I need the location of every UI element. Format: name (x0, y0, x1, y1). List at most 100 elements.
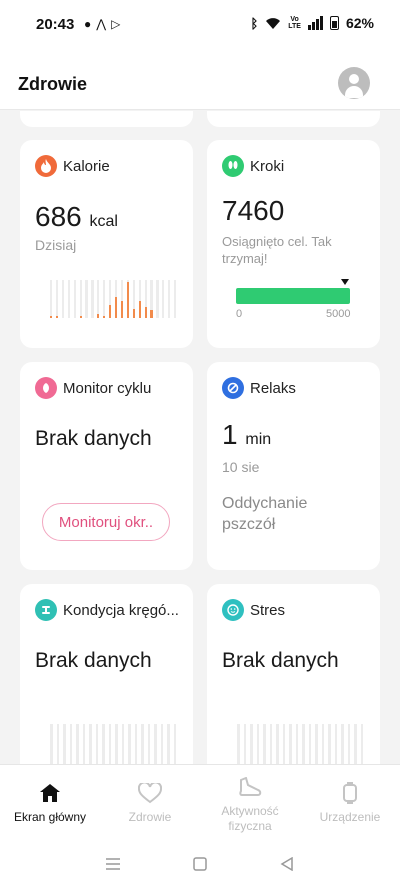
nav-health-label: Zdrowie (128, 810, 172, 824)
steps-progress-bar (236, 288, 350, 304)
chart-bar (144, 280, 147, 318)
card-partial-right[interactable] (207, 111, 380, 127)
chart-bar-fill (114, 297, 118, 318)
chart-bar (141, 724, 144, 764)
chart-bar (269, 724, 273, 764)
watch-icon (338, 781, 362, 805)
chart-bar (138, 280, 141, 318)
nav-device[interactable]: Urządzenie (300, 765, 400, 842)
chart-bar (109, 280, 112, 318)
chart-bar (103, 280, 106, 318)
steps-goal-min: 0 (236, 308, 243, 320)
heart-icon (138, 781, 162, 805)
relax-value-group: 1 min (222, 419, 271, 451)
cards-scroll-area[interactable]: Kalorie 686 kcal Dzisiaj Kroki 7460 Osią… (0, 111, 400, 764)
calories-subtitle: Dzisiaj (35, 237, 77, 253)
chart-bar-fill (132, 308, 135, 318)
relax-icon (222, 377, 244, 399)
chart-bar-fill (55, 316, 59, 318)
chart-bar (120, 280, 124, 318)
nav-health[interactable]: Zdrowie (100, 765, 200, 842)
card-relax[interactable]: Relaks 1 min 10 sie Oddychanie pszczół (207, 362, 380, 570)
bluetooth-icon: ᛒ (250, 15, 259, 31)
spine-no-data: Brak danych (35, 649, 152, 672)
nav-home-label: Ekran główny (13, 810, 87, 824)
chart-bar (50, 724, 53, 764)
chart-bar (89, 724, 92, 764)
card-stress[interactable]: Stres Brak danych (207, 584, 380, 764)
chart-bar-fill (138, 300, 141, 318)
relax-value: 1 (222, 419, 238, 450)
card-calories[interactable]: Kalorie 686 kcal Dzisiaj (20, 140, 193, 348)
chart-bar-fill (97, 314, 100, 318)
chart-bar-fill (109, 304, 112, 318)
wifi-icon (266, 17, 281, 29)
home-icon (38, 781, 62, 805)
chart-bar (108, 724, 112, 764)
chart-bar (132, 280, 135, 318)
card-partial-left[interactable] (20, 111, 193, 127)
steps-title: Kroki (250, 157, 285, 175)
page-title: Zdrowie (18, 74, 88, 94)
chart-bar (263, 724, 266, 764)
chart-bar (95, 724, 99, 764)
chart-bar (302, 724, 305, 764)
bottom-navigation: Ekran główny Zdrowie Aktywność fizyczna … (0, 764, 400, 842)
chart-bar-fill (103, 316, 106, 318)
chart-bar (55, 280, 59, 318)
avatar[interactable] (338, 67, 370, 99)
chart-bar-fill (144, 306, 147, 318)
chart-bar (63, 724, 66, 764)
chart-bar (67, 280, 70, 318)
calories-value-group: 686 kcal (35, 201, 118, 233)
chart-bar (114, 280, 118, 318)
chart-bar (282, 724, 286, 764)
calories-title: Kalorie (63, 157, 110, 175)
card-steps[interactable]: Kroki 7460 Osiągnięto cel. Tak trzymaj! … (207, 140, 380, 348)
chart-bar-fill (120, 300, 124, 318)
chart-bar (121, 724, 125, 764)
chart-bar (128, 724, 131, 764)
chart-bar (154, 724, 157, 764)
chart-bar (69, 724, 73, 764)
play-store-icon: ▷ (111, 17, 121, 31)
steps-subtitle: Osiągnięto cel. Tak trzymaj! (222, 234, 332, 266)
card-cycle-monitor[interactable]: Monitor cyklu Brak danych Monitoruj okr.… (20, 362, 193, 570)
system-navigation-bar (0, 842, 400, 886)
chart-bar (76, 724, 79, 764)
app-header: Zdrowie (0, 48, 400, 110)
battery-icon (329, 16, 339, 30)
relax-unit: min (245, 431, 272, 448)
chart-bar (73, 280, 76, 318)
footsteps-icon (222, 155, 244, 177)
back-icon[interactable] (277, 854, 297, 874)
chart-bar (134, 724, 138, 764)
battery-percent: 62% (345, 15, 374, 31)
chart-bar-fill (79, 316, 82, 318)
chart-bar (168, 280, 171, 318)
chart-bar (334, 724, 338, 764)
flame-icon (35, 155, 57, 177)
monitor-cycle-button[interactable]: Monitoruj okr.. (42, 503, 170, 541)
calories-value: 686 (35, 201, 82, 232)
spine-title: Kondycja kręgó... (63, 601, 179, 619)
chart-bar-fill (50, 316, 53, 318)
chart-bar (289, 724, 292, 764)
chart-bar (102, 724, 105, 764)
chart-bar (256, 724, 260, 764)
nav-home[interactable]: Ekran główny (0, 765, 100, 842)
chart-bar (347, 724, 351, 764)
recents-icon[interactable] (103, 854, 123, 874)
chart-bar (173, 724, 177, 764)
card-spine-condition[interactable]: Kondycja kręgó... Brak danych (20, 584, 193, 764)
chart-bar (295, 724, 299, 764)
cycle-no-data: Brak danych (35, 427, 152, 450)
chart-bar (360, 724, 364, 764)
chart-bar (156, 280, 159, 318)
chart-bar (328, 724, 331, 764)
chart-bar (126, 280, 129, 318)
cycle-icon (35, 377, 57, 399)
chart-bar (162, 280, 165, 318)
nav-activity[interactable]: Aktywność fizyczna (200, 765, 300, 842)
home-button-icon[interactable] (190, 854, 210, 874)
